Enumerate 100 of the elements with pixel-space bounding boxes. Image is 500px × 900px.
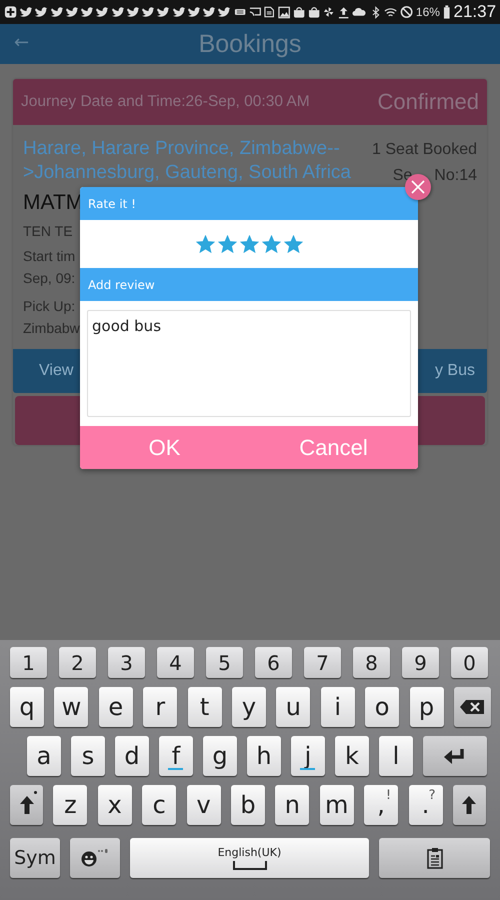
key[interactable]: ,! xyxy=(364,785,398,825)
key[interactable]: h xyxy=(247,736,281,776)
star-icon[interactable] xyxy=(196,234,214,254)
key[interactable]: l xyxy=(379,736,413,776)
key[interactable]: 2 xyxy=(59,647,96,678)
key[interactable]: m xyxy=(320,785,354,825)
key[interactable]: 8 xyxy=(353,647,390,678)
key[interactable]: b xyxy=(230,785,265,825)
key[interactable]: k xyxy=(335,736,369,776)
page-title: Bookings xyxy=(198,30,302,58)
keyboard-icon xyxy=(234,7,246,17)
up-arrow-icon xyxy=(462,796,476,814)
key[interactable]: 3 xyxy=(108,647,145,678)
key[interactable]: s xyxy=(71,736,105,776)
star-icon[interactable] xyxy=(284,234,302,254)
key[interactable]: a xyxy=(27,736,61,776)
key[interactable]: u xyxy=(276,687,310,727)
shift-key[interactable] xyxy=(452,785,486,825)
operator-name: TEN TE xyxy=(23,223,73,239)
wifi-icon xyxy=(384,6,397,18)
key[interactable]: e xyxy=(98,687,133,727)
bus-button[interactable]: y Bus xyxy=(434,362,475,380)
bird-icon xyxy=(35,6,48,18)
shift-key[interactable] xyxy=(10,785,43,825)
bird-icon xyxy=(172,6,185,18)
pickup-location: Zimbabw xyxy=(23,319,80,338)
image-icon xyxy=(278,6,290,18)
key[interactable]: 5 xyxy=(206,647,243,678)
key[interactable]: y xyxy=(232,687,266,727)
key[interactable]: 7 xyxy=(304,647,341,678)
key[interactable]: 6 xyxy=(255,647,292,678)
space-key[interactable]: English(UK) xyxy=(130,838,369,878)
clipboard-icon xyxy=(426,847,442,869)
plus-icon xyxy=(4,5,18,19)
cloud-icon xyxy=(352,7,366,17)
backspace-key[interactable] xyxy=(454,687,491,727)
key[interactable]: d xyxy=(115,736,149,776)
star-icon[interactable] xyxy=(262,234,280,254)
bird-icon xyxy=(126,6,140,18)
backspace-icon xyxy=(460,700,484,714)
review-field[interactable]: good bus xyxy=(87,310,411,417)
key[interactable]: z xyxy=(53,785,88,825)
start-time: Sep, 09: xyxy=(23,269,76,288)
key[interactable]: w xyxy=(54,687,88,727)
key[interactable]: r xyxy=(143,687,178,727)
alt-char: ? xyxy=(428,788,436,803)
key[interactable]: 1 xyxy=(10,647,47,678)
key[interactable]: 4 xyxy=(157,647,194,678)
battery-icon xyxy=(442,5,450,19)
enter-key[interactable] xyxy=(423,736,487,776)
booking-status: Confirmed xyxy=(378,89,479,115)
pinwheel-icon xyxy=(323,6,335,18)
bird-icon xyxy=(50,6,63,18)
key[interactable]: f xyxy=(159,736,193,776)
up-arrow-icon xyxy=(20,796,34,814)
view-button[interactable]: View xyxy=(39,362,74,380)
space-icon xyxy=(232,861,266,870)
clipboard-key[interactable] xyxy=(379,838,490,878)
key[interactable]: t xyxy=(188,687,222,727)
key[interactable]: x xyxy=(98,785,132,825)
key[interactable]: n xyxy=(275,785,310,825)
smiley-icon xyxy=(80,849,110,867)
emoji-key[interactable] xyxy=(70,838,120,878)
bird-icon xyxy=(157,6,170,18)
language-label: English(UK) xyxy=(218,846,282,859)
document-icon xyxy=(264,6,275,18)
key[interactable]: 9 xyxy=(402,647,439,678)
key[interactable]: .? xyxy=(408,785,443,825)
clock-time: 21:37 xyxy=(453,2,496,22)
bird-icon xyxy=(112,6,124,18)
battery-percent: 16% xyxy=(416,5,440,19)
key[interactable]: q xyxy=(10,687,44,727)
bird-icon xyxy=(218,6,231,18)
key[interactable]: p xyxy=(410,687,444,727)
blocked-icon xyxy=(400,5,413,19)
review-header: Add review xyxy=(80,268,418,301)
seat-number: No:14 xyxy=(434,167,477,185)
key[interactable]: 0 xyxy=(451,647,488,678)
enter-icon xyxy=(444,748,466,764)
key[interactable]: o xyxy=(365,687,400,727)
bird-icon xyxy=(66,6,78,18)
bag-icon xyxy=(308,6,320,18)
star-icon[interactable] xyxy=(218,234,236,254)
key[interactable]: g xyxy=(203,736,237,776)
seats-booked: 1 Seat Booked xyxy=(372,141,477,159)
close-icon xyxy=(411,180,425,194)
key[interactable]: v xyxy=(186,785,221,825)
start-time: Start tim xyxy=(23,247,76,266)
bird-icon xyxy=(20,6,32,18)
key[interactable]: c xyxy=(142,785,176,825)
bird-icon xyxy=(96,6,109,18)
bird-icon xyxy=(142,6,154,18)
bag-icon xyxy=(292,6,306,18)
star-icon[interactable] xyxy=(240,234,258,254)
bird-icon xyxy=(203,6,216,18)
sym-key[interactable]: Sym xyxy=(10,838,60,878)
key[interactable]: i xyxy=(320,687,355,727)
pickup-location: Pick Up: xyxy=(23,297,76,316)
cast-icon xyxy=(248,6,262,18)
upload-icon xyxy=(338,6,349,18)
